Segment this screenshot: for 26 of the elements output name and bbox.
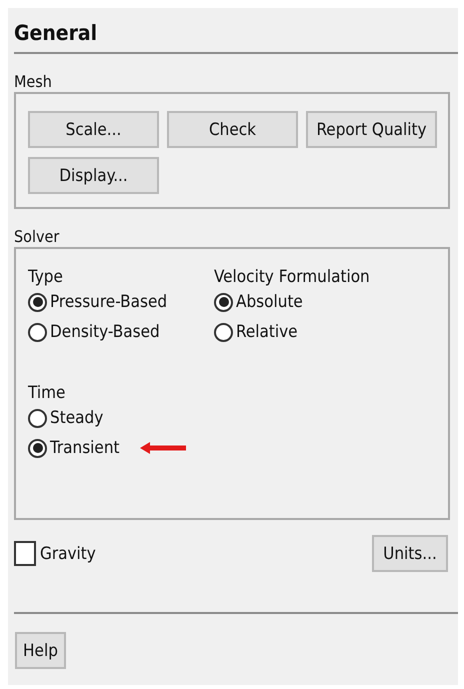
radio-button[interactable] <box>28 322 47 342</box>
radio-button[interactable] <box>214 292 233 312</box>
radio-label: Pressure-Based <box>50 292 168 312</box>
group-label: Time <box>28 383 66 403</box>
mesh-button[interactable]: Check <box>167 111 298 148</box>
radio-label: Density-Based <box>50 322 160 342</box>
help-button[interactable]: Help <box>15 632 66 669</box>
radio-button[interactable] <box>28 292 47 312</box>
checkbox[interactable] <box>14 541 36 566</box>
panel-title: General <box>14 20 98 46</box>
section-label: Solver <box>14 227 60 247</box>
section-label: Mesh <box>14 72 53 92</box>
mesh-button[interactable]: Scale... <box>28 111 159 148</box>
group-label: Velocity Formulation <box>214 267 371 287</box>
radio-label: Transient <box>50 438 120 458</box>
radio-button[interactable] <box>28 408 47 428</box>
mesh-button[interactable]: Report Quality <box>306 111 437 148</box>
checkbox-label: Gravity <box>40 544 96 564</box>
units-button[interactable]: Units... <box>372 535 448 572</box>
radio-button[interactable] <box>28 438 47 458</box>
radio-label: Absolute <box>236 292 303 312</box>
radio-label: Relative <box>236 322 298 342</box>
mesh-button[interactable]: Display... <box>28 157 159 194</box>
radio-button[interactable] <box>214 322 233 342</box>
group-label: Type <box>28 267 64 287</box>
radio-label: Steady <box>50 408 104 428</box>
